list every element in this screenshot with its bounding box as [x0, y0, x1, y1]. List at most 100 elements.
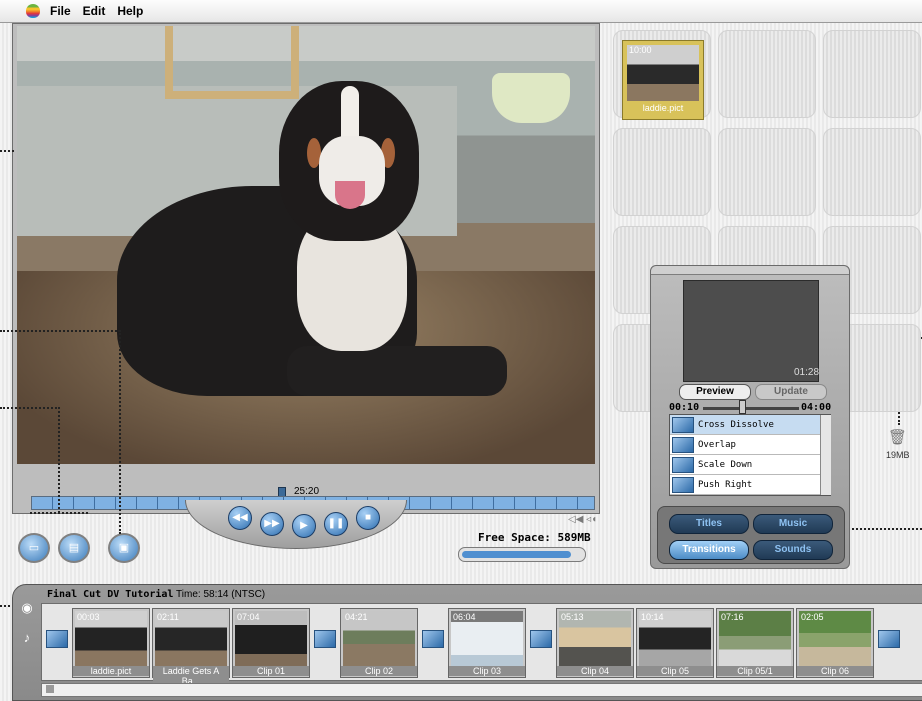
fullscreen-button[interactable]: ▣ — [108, 533, 140, 563]
clip-timecode: 02:05 — [801, 612, 824, 622]
menu-edit[interactable]: Edit — [83, 4, 106, 18]
callout-line — [0, 150, 14, 152]
panel-top-bar — [651, 266, 849, 275]
timeline-clip[interactable]: 00:03 laddie.pict — [72, 608, 150, 678]
effect-preview-time: 01:28 — [794, 367, 820, 378]
tab-transitions[interactable]: Transitions — [669, 540, 749, 560]
monitor-panel: 25:20 ◁◀ ◃◖ — [12, 23, 600, 525]
timeline-clip[interactable]: 10:14 Clip 05 — [636, 608, 714, 678]
clip-name: Clip 05 — [637, 666, 713, 676]
shelf-slot[interactable] — [823, 30, 921, 118]
effect-item[interactable]: Push Right — [670, 475, 820, 495]
music-note-icon[interactable]: ♪ — [16, 627, 38, 649]
clip-timecode: 02:11 — [157, 612, 179, 622]
callout-line — [30, 512, 88, 514]
trash-icon[interactable]: 🗑 — [888, 428, 907, 448]
effects-scrollbar[interactable] — [820, 415, 831, 495]
fast-forward-icon[interactable]: ▶▶ — [260, 512, 284, 536]
clip-mode-button[interactable]: ▭ — [18, 533, 50, 563]
clip-viewer: ◉ ♪ Final Cut DV Tutorial Time: 58:14 (N… — [12, 584, 922, 701]
clip-timecode: 00:03 — [77, 612, 100, 622]
effect-label: Scale Down — [698, 459, 753, 470]
tab-sounds[interactable]: Sounds — [753, 540, 833, 560]
timeline-clip[interactable]: 04:21 Clip 02 — [340, 608, 418, 678]
clip-timecode: 07:16 — [721, 612, 744, 622]
shelf-clip[interactable]: 10:00 laddie.pict — [622, 40, 704, 120]
speaker-icon[interactable]: ◁◀ ◃◖ — [568, 514, 597, 525]
clip-name: Clip 06 — [797, 666, 873, 676]
tab-music[interactable]: Music — [753, 514, 833, 534]
shelf-slot[interactable] — [613, 128, 711, 216]
effect-speed-slider[interactable] — [703, 407, 799, 410]
free-space-label: Free Space: 589MB — [478, 531, 591, 544]
eye-icon[interactable]: ◉ — [16, 597, 38, 619]
clip-timecode: 07:04 — [237, 612, 260, 622]
timeline-clip[interactable]: 07:16 Clip 05/1 — [716, 608, 794, 678]
effect-item[interactable]: Overlap — [670, 435, 820, 455]
stop-icon[interactable]: ■ — [356, 506, 380, 530]
effect-icon — [672, 456, 694, 473]
transition-icon[interactable] — [422, 630, 444, 648]
clip-name: laddie.pict — [642, 103, 684, 113]
timeline-clip[interactable]: 07:04 Clip 01 — [232, 608, 310, 678]
shelf-slot[interactable] — [718, 30, 816, 118]
shelf-slot[interactable] — [823, 128, 921, 216]
clip-name: Clip 05/1 — [717, 666, 793, 676]
clip-strip: 00:03 laddie.pict 02:11 Laddie Gets A Ba… — [41, 603, 922, 686]
slider-start-label: 00:10 — [669, 402, 700, 413]
transition-icon[interactable] — [530, 630, 552, 648]
callout-line — [0, 407, 60, 409]
transition-icon[interactable] — [878, 630, 900, 648]
timeline-mode-button[interactable]: ▤ — [58, 533, 90, 563]
effect-label: Push Right — [698, 479, 753, 490]
play-icon[interactable]: ▶ — [292, 514, 316, 538]
effect-preview: 01:28 — [683, 280, 819, 382]
video-dog-leg — [287, 346, 507, 396]
video-preview[interactable] — [17, 26, 595, 464]
rewind-icon[interactable]: ◀◀ — [228, 506, 252, 530]
project-header: Final Cut DV Tutorial Time: 58:14 (NTSC) — [47, 589, 265, 600]
trash-size: 19MB — [886, 450, 910, 460]
shelf-slot[interactable] — [718, 128, 816, 216]
timeline-scrollbar[interactable] — [41, 683, 922, 697]
effect-item[interactable]: Scale Down — [670, 455, 820, 475]
clip-timecode: 04:21 — [345, 612, 368, 622]
video-chair — [165, 26, 299, 99]
pause-icon[interactable]: ❚❚ — [324, 512, 348, 536]
update-button[interactable]: Update — [755, 384, 827, 400]
free-space-fill — [462, 551, 571, 558]
menu-file[interactable]: File — [50, 4, 71, 18]
timeline-clip[interactable]: 02:11 Laddie Gets A Ba... — [152, 608, 230, 686]
callout-line — [0, 330, 120, 332]
project-time: Time: 58:14 (NTSC) — [176, 589, 266, 600]
clip-name: Clip 02 — [341, 666, 417, 676]
timeline-clip[interactable]: 02:05 Clip 06 — [796, 608, 874, 678]
clip-name: Clip 03 — [449, 666, 525, 676]
effects-panel: 01:28 Preview Update 00:10 04:00 Cross D… — [650, 265, 850, 569]
menu-help[interactable]: Help — [117, 4, 143, 18]
free-space-meter — [458, 547, 586, 562]
tab-titles[interactable]: Titles — [669, 514, 749, 534]
effect-icon — [672, 476, 694, 493]
clip-timecode: 06:04 — [453, 612, 476, 622]
apple-menu-icon[interactable] — [26, 4, 40, 18]
effect-item[interactable]: Cross Dissolve — [670, 415, 820, 435]
clip-timecode: 10:14 — [641, 612, 664, 622]
preview-button[interactable]: Preview — [679, 384, 751, 400]
slider-end-label: 04:00 — [801, 402, 832, 413]
callout-line — [58, 407, 60, 513]
effect-icon — [672, 436, 694, 453]
scroll-left-arrow-icon[interactable] — [46, 685, 54, 693]
timeline-clip[interactable]: 06:04 Clip 03 — [448, 608, 526, 678]
effect-label: Overlap — [698, 439, 736, 450]
timeline-clip[interactable]: 05:13 Clip 04 — [556, 608, 634, 678]
transport-controls: ◀◀ ▶▶ ▶ ❚❚ ■ — [185, 500, 407, 549]
video-dog-tongue — [335, 181, 365, 209]
transition-icon[interactable] — [46, 630, 68, 648]
slider-knob[interactable] — [739, 400, 746, 414]
transition-icon[interactable] — [314, 630, 336, 648]
callout-line — [848, 528, 922, 530]
clip-name: Clip 04 — [557, 666, 633, 676]
clip-name: laddie.pict — [73, 666, 149, 676]
effect-label: Cross Dissolve — [698, 419, 774, 430]
